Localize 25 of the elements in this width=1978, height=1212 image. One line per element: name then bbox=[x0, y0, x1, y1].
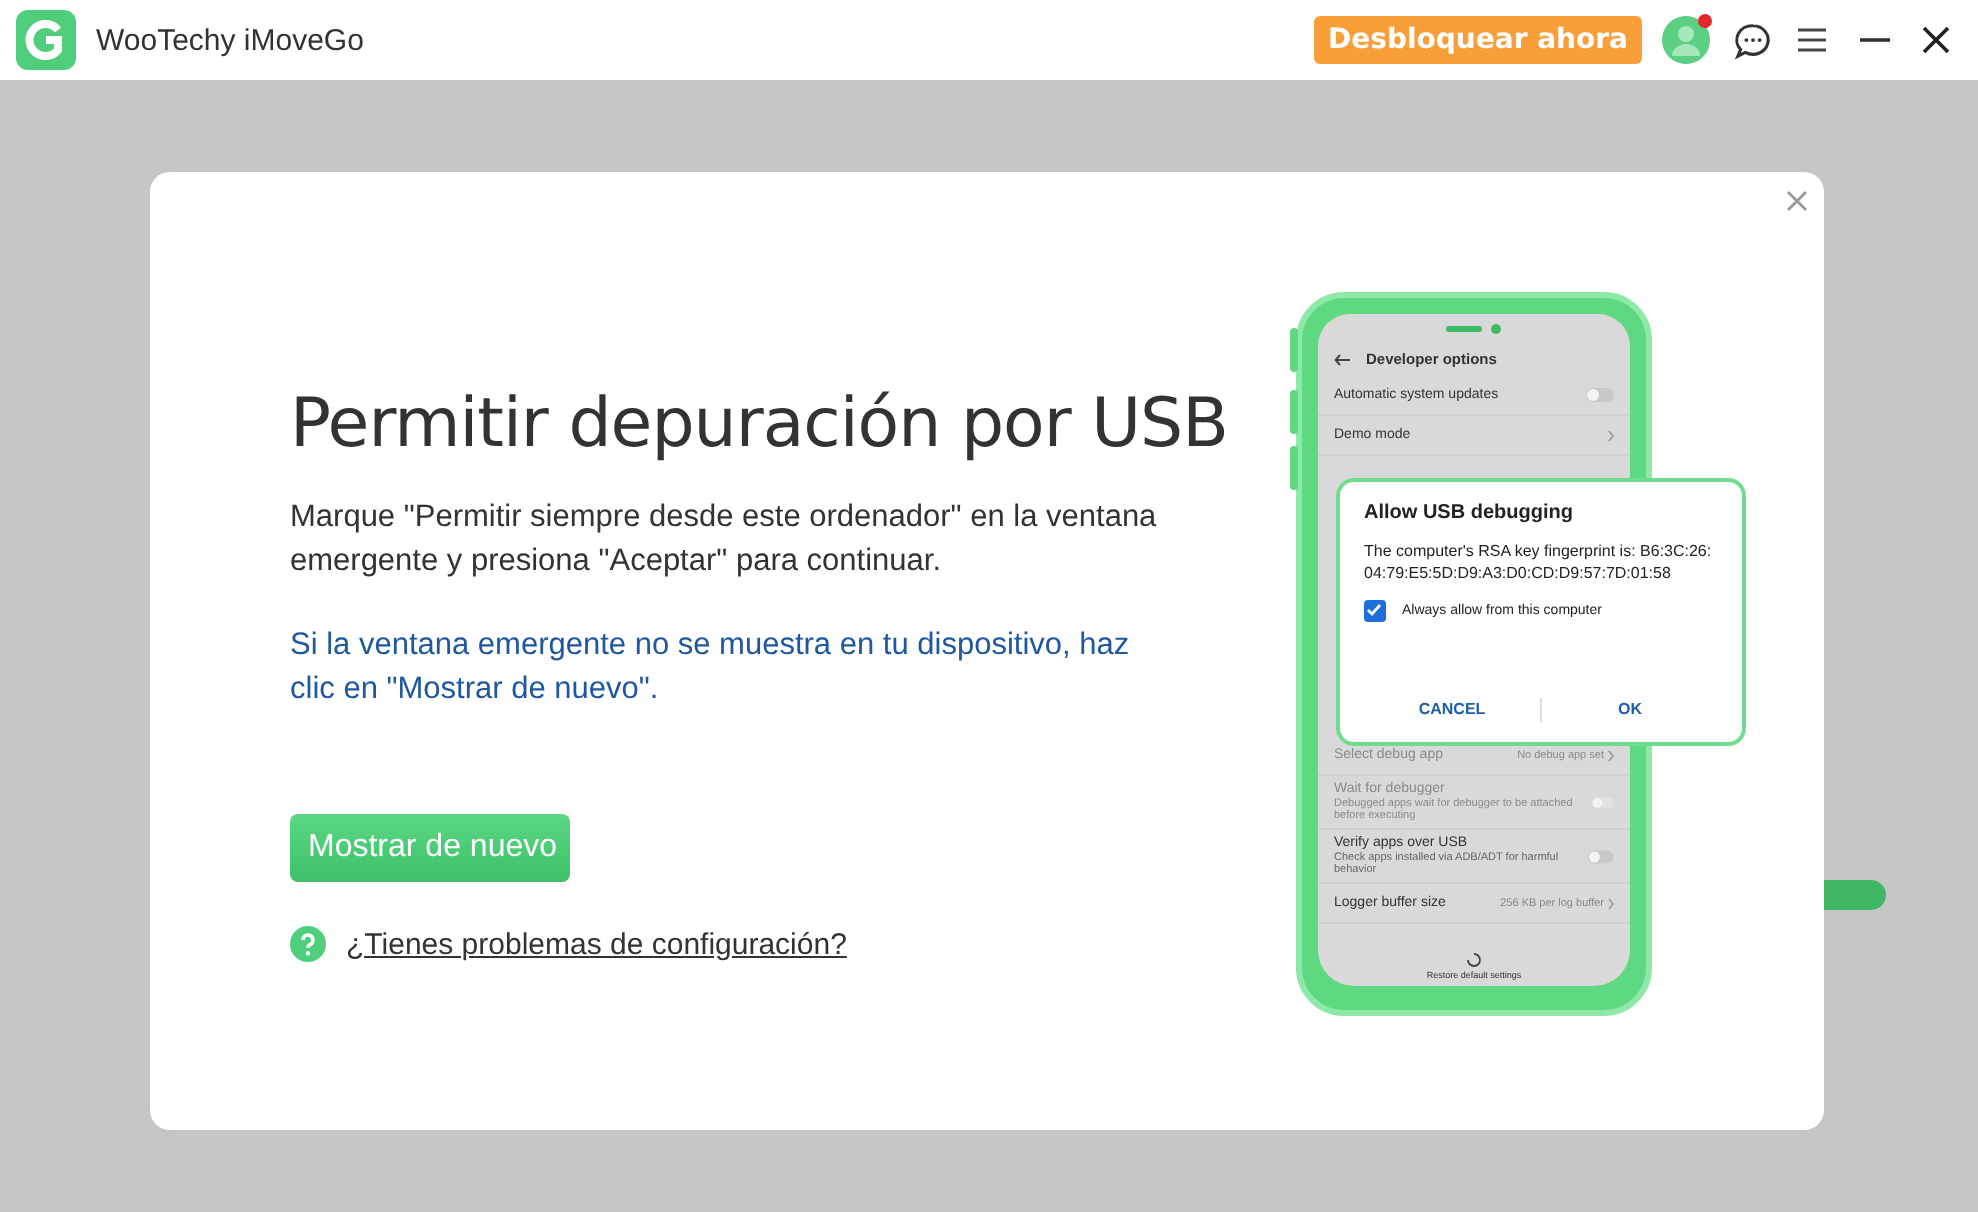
speaker-icon bbox=[1446, 323, 1502, 333]
instruction-text: Marque "Permitir siempre desde este ordenador" en la ventana emergente y presiona "Aceptar" para continuar. bbox=[290, 498, 1159, 583]
help-icon bbox=[290, 926, 326, 963]
dialog-title: Permitir depuración por USB bbox=[290, 382, 1228, 468]
avatar-icon[interactable] bbox=[1662, 16, 1710, 64]
chevron-icon bbox=[1608, 749, 1614, 761]
checkbox[interactable] bbox=[1364, 600, 1386, 622]
chat-icon[interactable] bbox=[1734, 21, 1772, 59]
toggle-switch[interactable] bbox=[1588, 849, 1614, 863]
chevron-icon bbox=[1608, 429, 1614, 441]
close-icon[interactable] bbox=[1922, 26, 1950, 54]
cancel-button[interactable]: CANCEL bbox=[1364, 692, 1540, 726]
help-link[interactable]: ¿Tienes problemas de configuración? bbox=[346, 927, 847, 962]
hint-text: Si la ventana emergente no se muestra en tu dispositivo, haz clic en "Mostrar de nuevo". bbox=[290, 626, 1132, 711]
minimize-icon[interactable] bbox=[1860, 36, 1890, 44]
toggle-switch[interactable] bbox=[1586, 388, 1614, 402]
ok-button[interactable]: OK bbox=[1542, 692, 1718, 726]
popup-message: The computer's RSA key fingerprint is: B6:3C:26:04:79:E5:5D:D9:A3:D0:CD:D9:57:7D:01:58 bbox=[1364, 540, 1714, 584]
popup-title: Allow USB debugging bbox=[1364, 502, 1575, 524]
app-logo-icon bbox=[16, 10, 76, 70]
chevron-icon bbox=[1608, 897, 1614, 909]
app-title: WooTechy iMoveGo bbox=[96, 23, 366, 57]
restore-icon[interactable] bbox=[1466, 952, 1482, 968]
back-arrow-icon[interactable] bbox=[1334, 353, 1350, 365]
menu-icon[interactable] bbox=[1796, 26, 1828, 54]
